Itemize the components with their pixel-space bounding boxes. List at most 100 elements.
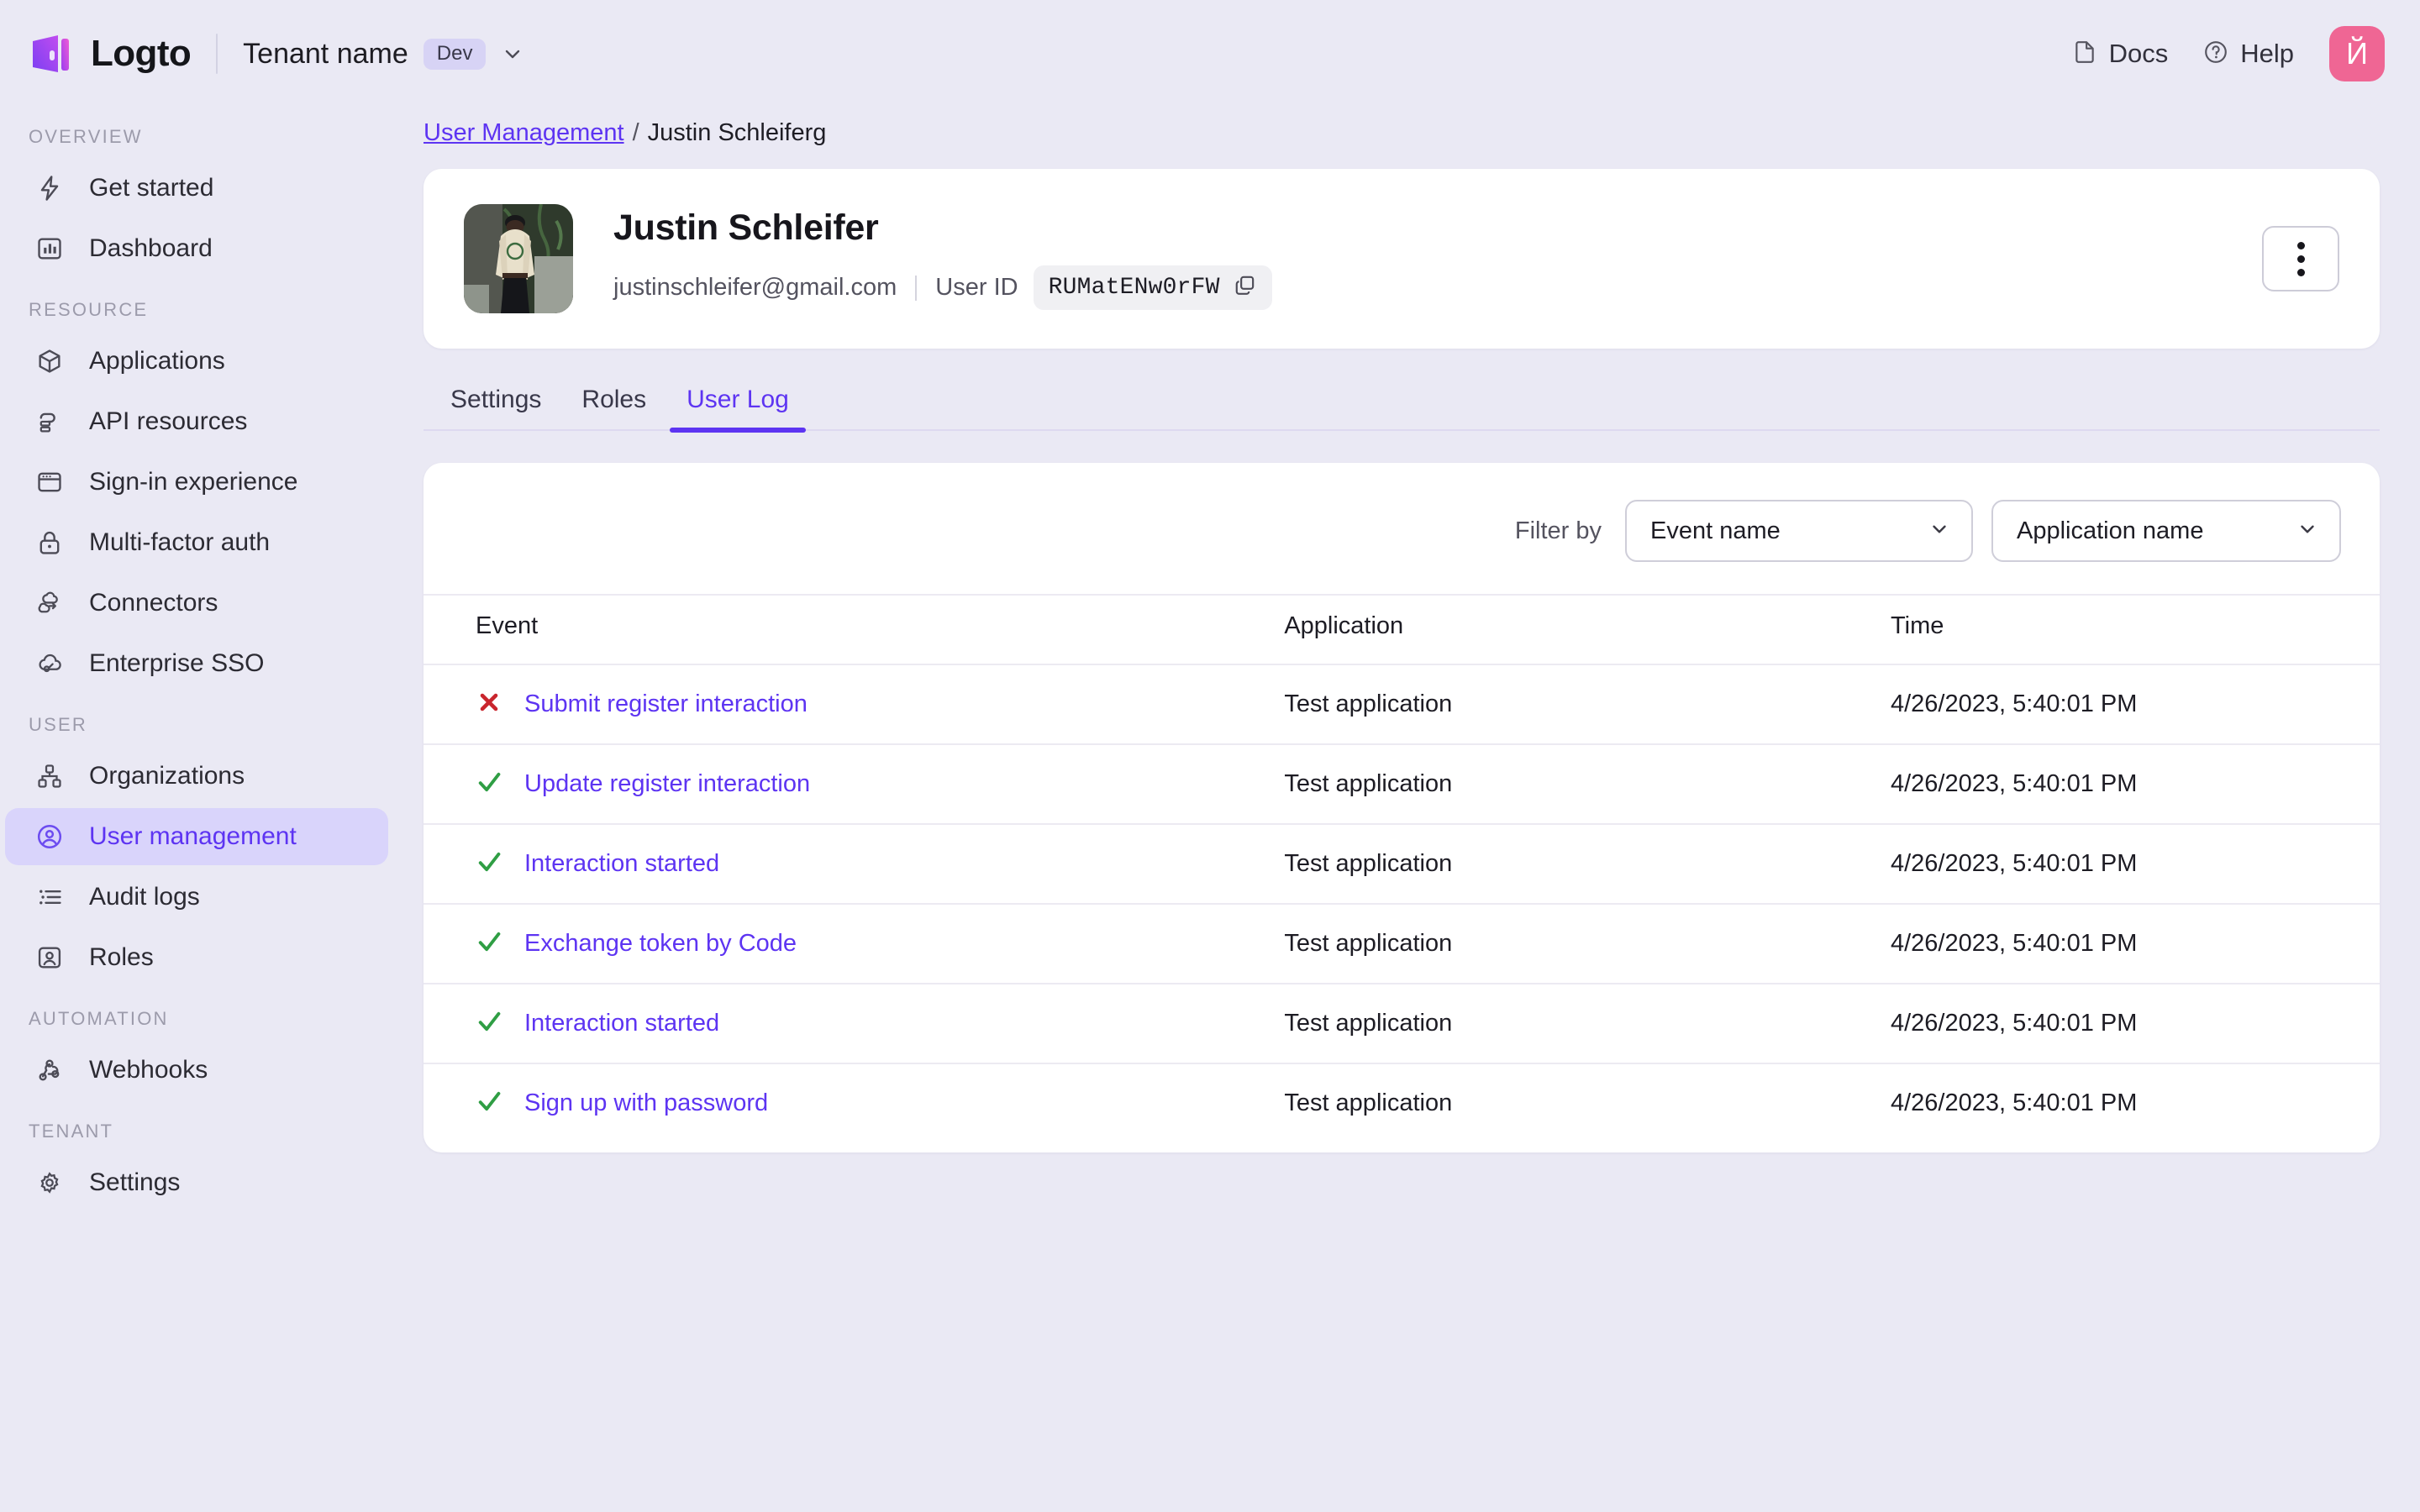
event-link[interactable]: Exchange token by Code: [524, 930, 797, 958]
event-link[interactable]: Interaction started: [524, 1010, 719, 1037]
sidebar-label: Enterprise SSO: [89, 649, 265, 677]
sidebar-label: Get started: [89, 174, 214, 202]
avatar-initial: Й: [2346, 36, 2368, 71]
chevron-down-icon: [1928, 517, 1951, 545]
sidebar-section-resource: RESOURCE: [29, 299, 149, 320]
chevron-down-icon: [501, 42, 524, 66]
app-root: Logto Tenant name Dev Docs Help Й OVERVI…: [0, 0, 2420, 1512]
sidebar-item-user-management[interactable]: User management: [5, 808, 388, 865]
browser-window-icon: [34, 466, 66, 498]
sidebar-item-api-resources[interactable]: API resources: [5, 393, 388, 450]
sidebar-label: Roles: [89, 943, 154, 971]
top-bar: Logto Tenant name Dev Docs Help Й: [0, 0, 2420, 108]
sidebar-item-webhooks[interactable]: Webhooks: [5, 1042, 388, 1099]
cell-event: Update register interaction: [424, 743, 1285, 824]
application-name-select[interactable]: Application name: [1991, 500, 2341, 562]
sidebar-label: Settings: [89, 1168, 181, 1196]
event-link[interactable]: Interaction started: [524, 850, 719, 878]
user-id-value: RUMatENw0rFW: [1048, 275, 1220, 301]
bolt-icon: [34, 172, 66, 204]
breadcrumb-current: Justin Schleiferg: [647, 119, 827, 146]
lock-icon: [34, 527, 66, 559]
docs-button[interactable]: Docs: [2072, 39, 2168, 69]
sidebar-label: Connectors: [89, 589, 218, 617]
user-name: Justin Schleifer: [613, 207, 879, 248]
table-row[interactable]: Interaction started Test application 4/2…: [424, 823, 2380, 904]
cell-event: Interaction started: [424, 823, 1285, 904]
cell-application: Test application: [1284, 930, 1453, 957]
brand[interactable]: Logto: [29, 31, 192, 76]
cell-application: Test application: [1284, 770, 1453, 797]
user-log-table: Event Application Time Submit register i…: [424, 594, 2380, 1152]
event-link[interactable]: Submit register interaction: [524, 690, 808, 718]
event-name-select[interactable]: Event name: [1625, 500, 1973, 562]
success-check-icon: [476, 1088, 502, 1119]
cell-application: Test application: [1284, 1089, 1453, 1116]
cell-time: 4/26/2023, 5:40:01 PM: [1890, 770, 2138, 797]
gear-icon: [34, 1167, 66, 1199]
table-head: Event Application Time: [424, 594, 2380, 664]
sidebar-label: API resources: [89, 407, 248, 435]
user-meta: Justin Schleifer justinschleifer@gmail.c…: [613, 207, 2262, 310]
sidebar-section-overview: OVERVIEW: [29, 126, 143, 147]
error-x-icon: [476, 689, 502, 720]
sidebar-section-tenant: TENANT: [29, 1121, 114, 1142]
sidebar-item-multi-factor-auth[interactable]: Multi-factor auth: [5, 514, 388, 571]
sidebar-label: Multi-factor auth: [89, 528, 271, 556]
copy-icon[interactable]: [1234, 274, 1257, 302]
chart-bar-icon: [34, 233, 66, 265]
api-resources-icon: [34, 406, 66, 438]
connectors-icon: [34, 587, 66, 619]
sidebar-label: Applications: [89, 347, 225, 375]
user-id-label: User ID: [935, 274, 1018, 301]
cell-event: Sign up with password: [424, 1063, 1285, 1152]
sidebar-label: Dashboard: [89, 234, 213, 262]
table-row[interactable]: Submit register interaction Test applica…: [424, 664, 2380, 744]
user-circle-icon: [34, 821, 66, 853]
sidebar-item-settings[interactable]: Settings: [5, 1154, 388, 1211]
user-header-card: Justin Schleifer justinschleifer@gmail.c…: [424, 169, 2380, 349]
tab-user-log[interactable]: User Log: [666, 375, 809, 433]
dots-vertical-icon: [2296, 268, 2305, 276]
table-row[interactable]: Update register interaction Test applica…: [424, 743, 2380, 824]
table-row[interactable]: Interaction started Test application 4/2…: [424, 983, 2380, 1063]
breadcrumb-parent-link[interactable]: User Management: [424, 119, 624, 147]
table-row[interactable]: Exchange token by Code Test application …: [424, 903, 2380, 984]
tab-settings[interactable]: Settings: [430, 375, 561, 429]
sidebar-label: Webhooks: [89, 1056, 208, 1084]
cell-time: 4/26/2023, 5:40:01 PM: [1890, 930, 2138, 957]
column-header-time: Time: [1890, 594, 2380, 664]
table-row[interactable]: Sign up with password Test application 4…: [424, 1063, 2380, 1152]
sidebar-item-dashboard[interactable]: Dashboard: [5, 220, 388, 277]
help-button[interactable]: Help: [2203, 39, 2294, 69]
success-check-icon: [476, 848, 502, 879]
sidebar-label: User management: [89, 822, 297, 850]
sidebar-item-enterprise-sso[interactable]: Enterprise SSO: [5, 635, 388, 692]
user-id-pill: RUMatENw0rFW: [1033, 265, 1272, 310]
sidebar-item-sign-in-experience[interactable]: Sign-in experience: [5, 454, 388, 511]
tenant-switcher[interactable]: Tenant name Dev: [243, 38, 524, 71]
user-more-actions-button[interactable]: [2262, 226, 2339, 291]
webhook-icon: [34, 1054, 66, 1086]
sidebar-item-connectors[interactable]: Connectors: [5, 575, 388, 632]
user-avatar-photo: [464, 204, 573, 313]
event-link[interactable]: Update register interaction: [524, 770, 810, 798]
sidebar-item-audit-logs[interactable]: Audit logs: [5, 869, 388, 926]
event-cell: Exchange token by Code: [476, 928, 1284, 959]
sidebar-item-applications[interactable]: Applications: [5, 333, 388, 390]
success-check-icon: [476, 769, 502, 800]
tenant-env-badge: Dev: [423, 38, 487, 70]
cell-application: Test application: [1284, 690, 1453, 717]
filter-by-label: Filter by: [1514, 517, 1602, 544]
user-avatar[interactable]: Й: [2329, 26, 2385, 81]
sidebar-section-user: USER: [29, 714, 87, 735]
main-content: User Management / Justin Schleiferg Just…: [413, 108, 2420, 1512]
sidebar-item-roles[interactable]: Roles: [5, 929, 388, 986]
sidebar-item-get-started[interactable]: Get started: [5, 160, 388, 217]
event-link[interactable]: Sign up with password: [524, 1089, 768, 1117]
sidebar-item-organizations[interactable]: Organizations: [5, 748, 388, 805]
column-header-event: Event: [424, 594, 1285, 664]
cell-time: 4/26/2023, 5:40:01 PM: [1890, 850, 2138, 877]
tab-roles[interactable]: Roles: [561, 375, 666, 429]
subtitle-divider: [915, 275, 918, 301]
